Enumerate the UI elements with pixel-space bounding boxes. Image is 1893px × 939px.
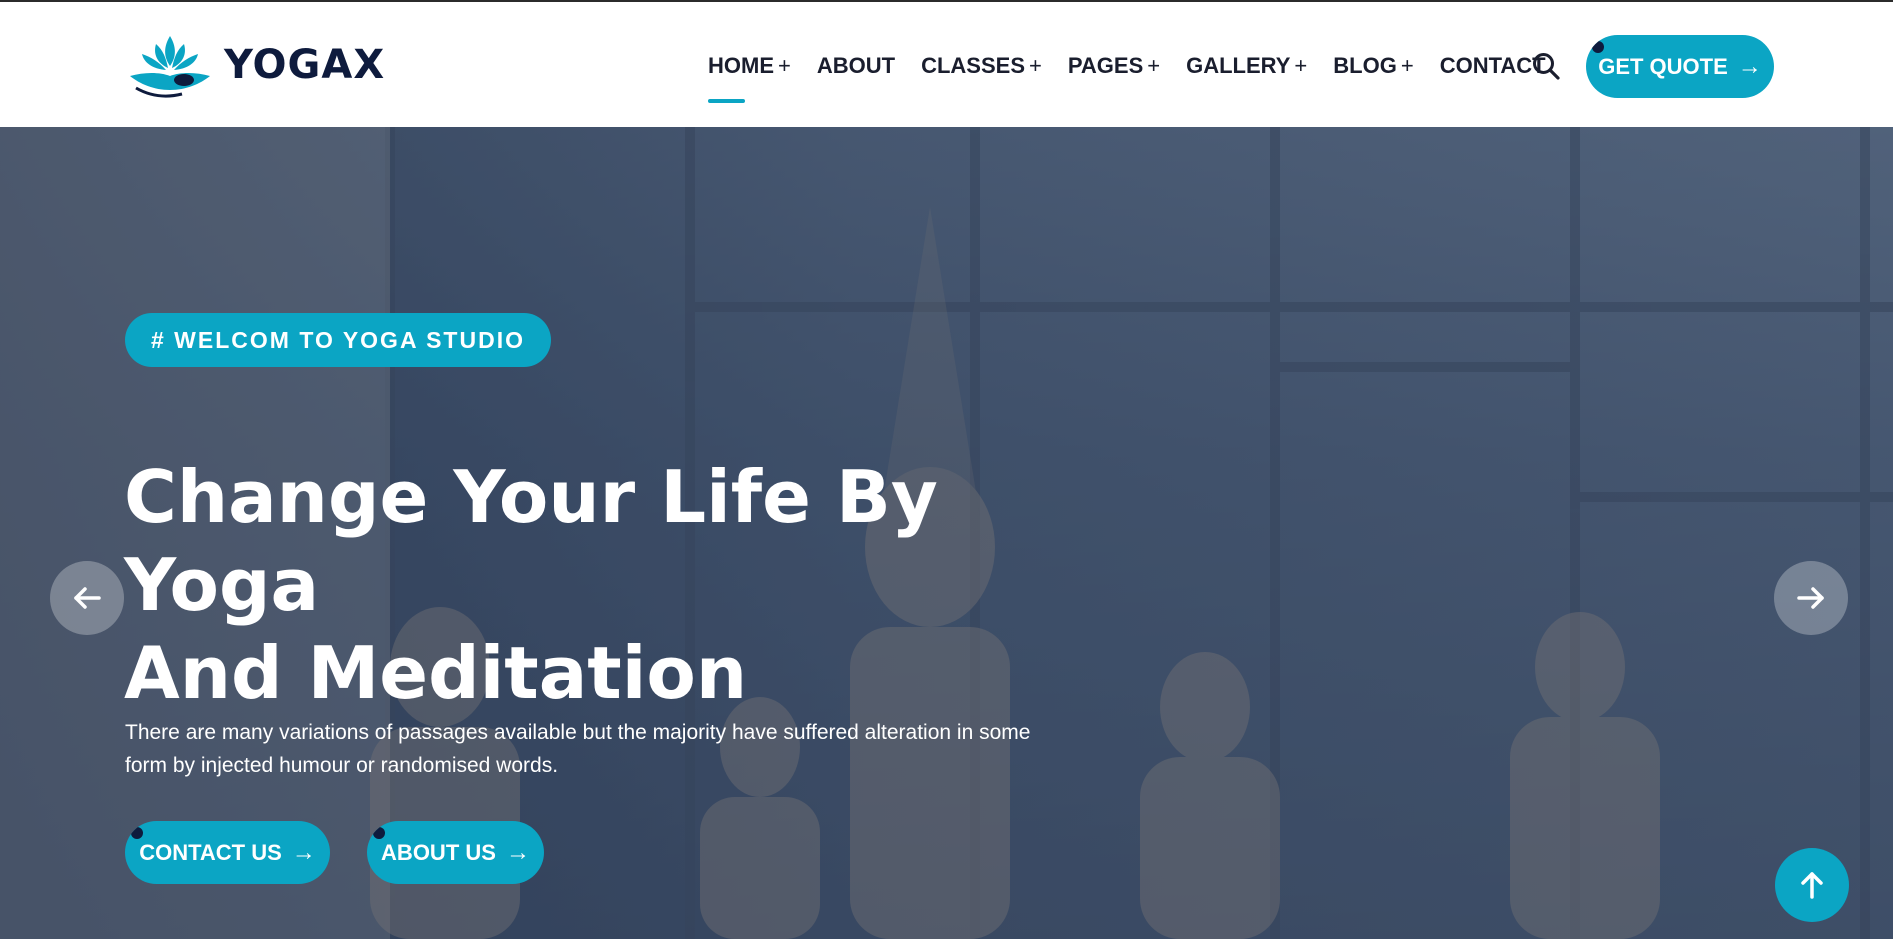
nav-item-blog[interactable]: BLOG + <box>1333 53 1413 79</box>
hero-description-line-1: There are many variations of passages av… <box>125 721 1031 744</box>
hero-title-line-2: And Meditation <box>124 631 748 715</box>
arrow-right-icon: → <box>291 838 316 866</box>
nav-label: CLASSES <box>921 53 1025 78</box>
brand-name: YOGAX <box>224 42 386 88</box>
nav-item-contact[interactable]: CONTACT <box>1440 53 1546 79</box>
nav-label: BLOG <box>1333 53 1397 78</box>
get-quote-button[interactable]: GET QUOTE → <box>1586 35 1774 98</box>
main-nav: HOME + ABOUT CLASSES + PAGES + GALLERY +… <box>708 46 1572 103</box>
contact-us-button[interactable]: CONTACT US → <box>125 821 330 884</box>
nav-item-about[interactable]: ABOUT <box>817 53 895 79</box>
arrow-right-icon <box>1797 587 1824 609</box>
plus-icon: + <box>1400 53 1414 78</box>
plus-icon: + <box>1294 53 1308 78</box>
nav-label: CONTACT <box>1439 53 1546 78</box>
about-us-button[interactable]: ABOUT US → <box>367 821 544 884</box>
button-dot <box>373 827 385 839</box>
arrow-right-icon: → <box>1737 52 1762 80</box>
arrow-left-icon <box>74 587 101 609</box>
plus-icon: + <box>778 53 791 78</box>
welcome-badge: # WELCOM TO YOGA STUDIO <box>125 313 551 367</box>
slider-next-button[interactable] <box>1774 561 1848 635</box>
nav-item-classes[interactable]: CLASSES + <box>921 53 1042 79</box>
hero-title: Change Your Life By Yoga And Meditation <box>124 453 1104 717</box>
logo[interactable]: YOGAX <box>126 32 385 98</box>
search-icon[interactable] <box>1531 51 1561 81</box>
nav-label: ABOUT <box>816 53 896 78</box>
slider-prev-button[interactable] <box>50 561 124 635</box>
contact-us-label: CONTACT US <box>139 839 282 865</box>
nav-label: HOME <box>708 53 774 78</box>
hero-description-line-2: form by injected humour or randomised wo… <box>125 754 559 777</box>
scroll-to-top-button[interactable] <box>1775 848 1849 922</box>
arrow-up-icon <box>1801 872 1823 899</box>
hero-title-line-1: Change Your Life By Yoga <box>124 455 938 627</box>
site-header: YOGAX HOME + ABOUT CLASSES + PAGES + GAL… <box>0 2 1893 127</box>
nav-item-pages[interactable]: PAGES + <box>1068 53 1160 79</box>
nav-item-home[interactable]: HOME + <box>708 53 791 103</box>
plus-icon: + <box>1147 53 1161 78</box>
hero-description: There are many variations of passages av… <box>125 716 1125 782</box>
arrow-right-icon: → <box>505 838 530 866</box>
plus-icon: + <box>1029 53 1042 78</box>
get-quote-label: GET QUOTE <box>1598 53 1728 79</box>
button-dot <box>1592 41 1604 53</box>
about-us-label: ABOUT US <box>381 839 496 865</box>
nav-label: PAGES <box>1067 53 1144 78</box>
lotus-icon <box>130 36 210 98</box>
hero-section: # WELCOM TO YOGA STUDIO Change Your Life… <box>0 127 1893 939</box>
nav-label: GALLERY <box>1186 53 1291 78</box>
nav-item-gallery[interactable]: GALLERY + <box>1186 53 1307 79</box>
button-dot <box>131 827 143 839</box>
